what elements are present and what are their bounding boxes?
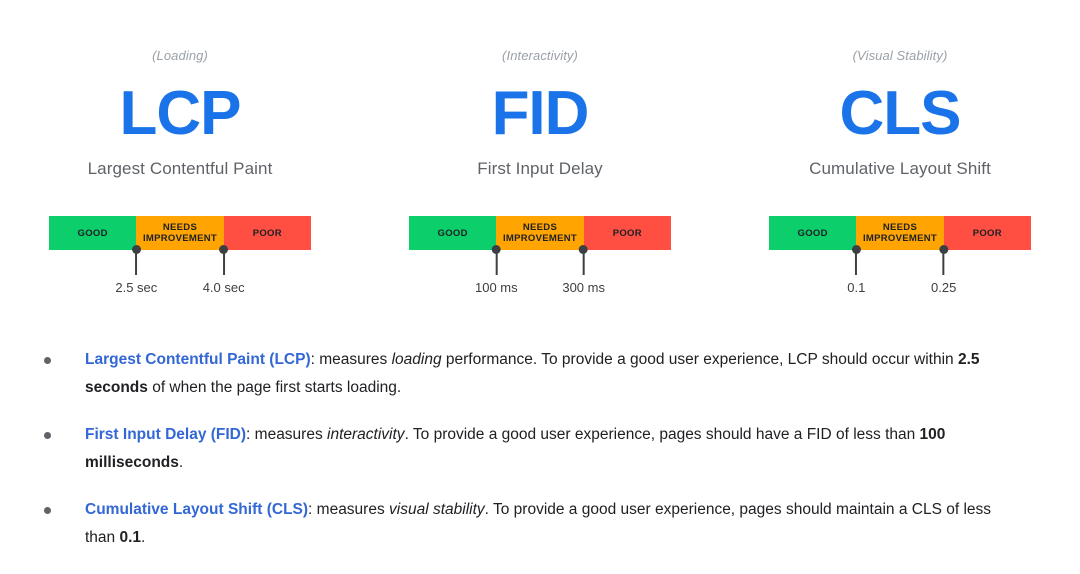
threshold-pin-2: 300 ms <box>562 245 605 296</box>
threshold-label-2: 0.25 <box>931 280 957 295</box>
threshold-pin-2: 4.0 sec <box>203 245 245 296</box>
threshold-pin-2: 0.25 <box>931 245 956 296</box>
bullet-text-part-2: performance. To provide a good user expe… <box>441 351 958 368</box>
metric-column-fid: (Interactivity) FID First Input Delay GO… <box>360 48 720 300</box>
bullet-text-part-1: : measures <box>246 426 328 443</box>
threshold-label-2: 4.0 sec <box>202 280 245 295</box>
bullet-bold-value: 0.1 <box>119 529 142 546</box>
threshold-pins: 0.1 0.25 <box>769 245 1031 300</box>
threshold-label-1: 100 ms <box>475 280 518 295</box>
metric-column-lcp: (Loading) LCP Largest Contentful Paint G… <box>0 48 360 300</box>
pin-stem-icon <box>222 253 225 275</box>
threshold-pin-1: 2.5 sec <box>115 245 157 296</box>
metric-acronym-cls: CLS <box>839 79 962 148</box>
metric-acronym-lcp: LCP <box>119 79 242 148</box>
pin-stem-icon <box>855 253 858 275</box>
threshold-bar-cls: GOOD NEEDS IMPROVEMENT POOR 0.1 0.25 <box>769 216 1031 300</box>
list-item: First Input Delay (FID): measures intera… <box>40 421 1020 477</box>
metric-category-label: (Loading) <box>152 48 208 63</box>
metric-column-cls: (Visual Stability) CLS Cumulative Layout… <box>720 48 1080 300</box>
bullet-dot-icon <box>44 432 51 439</box>
threshold-bar-segments: GOOD NEEDS IMPROVEMENT POOR <box>769 216 1031 250</box>
metric-fullname-cls: Cumulative Layout Shift <box>809 159 991 178</box>
threshold-label-2: 300 ms <box>562 280 605 295</box>
threshold-bar-segments: GOOD NEEDS IMPROVEMENT POOR <box>409 216 671 250</box>
metric-link-fid[interactable]: First Input Delay (FID) <box>85 426 246 443</box>
metric-link-cls[interactable]: Cumulative Layout Shift (CLS) <box>85 501 308 518</box>
bullet-dot-icon <box>44 357 51 364</box>
threshold-pins: 100 ms 300 ms <box>409 245 671 300</box>
threshold-bar-segments: GOOD NEEDS IMPROVEMENT POOR <box>49 216 311 250</box>
threshold-label-1: 2.5 sec <box>115 280 158 295</box>
threshold-bar-fid: GOOD NEEDS IMPROVEMENT POOR 100 ms 300 m… <box>409 216 671 300</box>
core-web-vitals-metrics-row: (Loading) LCP Largest Contentful Paint G… <box>0 0 1080 300</box>
metric-acronym-fid: FID <box>491 79 590 148</box>
list-item: Cumulative Layout Shift (CLS): measures … <box>40 496 1020 552</box>
threshold-pin-1: 0.1 <box>847 245 865 296</box>
bullet-text-part-1: : measures <box>310 351 392 368</box>
threshold-label-1: 0.1 <box>847 280 866 295</box>
bullet-text-part-3: . <box>178 454 184 471</box>
bullet-emphasis: visual stability <box>389 501 485 518</box>
segment-good: GOOD <box>769 216 857 250</box>
bullet-emphasis: interactivity <box>327 426 405 443</box>
metric-definitions-list: Largest Contentful Paint (LCP): measures… <box>0 346 1080 552</box>
metric-link-lcp[interactable]: Largest Contentful Paint (LCP) <box>85 351 311 368</box>
threshold-pins: 2.5 sec 4.0 sec <box>49 245 311 300</box>
pin-stem-icon <box>942 253 945 275</box>
threshold-bar-lcp: GOOD NEEDS IMPROVEMENT POOR 2.5 sec 4.0 … <box>49 216 311 300</box>
metric-category-label: (Interactivity) <box>502 48 578 63</box>
pin-stem-icon <box>135 253 138 275</box>
bullet-text-part-2: . To provide a good user experience, pag… <box>404 426 920 443</box>
bullet-text-part-3: . <box>141 529 146 546</box>
segment-poor: POOR <box>943 216 1031 250</box>
metric-fullname-fid: First Input Delay <box>477 159 603 178</box>
pin-stem-icon <box>495 253 498 275</box>
pin-stem-icon <box>582 253 585 275</box>
metric-fullname-lcp: Largest Contentful Paint <box>87 159 273 178</box>
metric-category-label: (Visual Stability) <box>852 48 948 63</box>
threshold-pin-1: 100 ms <box>475 245 518 296</box>
bullet-text-part-1: : measures <box>308 501 390 518</box>
bullet-dot-icon <box>44 507 51 514</box>
bullet-emphasis: loading <box>391 351 442 368</box>
list-item: Largest Contentful Paint (LCP): measures… <box>40 346 1020 402</box>
bullet-text-part-3: of when the page first starts loading. <box>147 379 402 396</box>
